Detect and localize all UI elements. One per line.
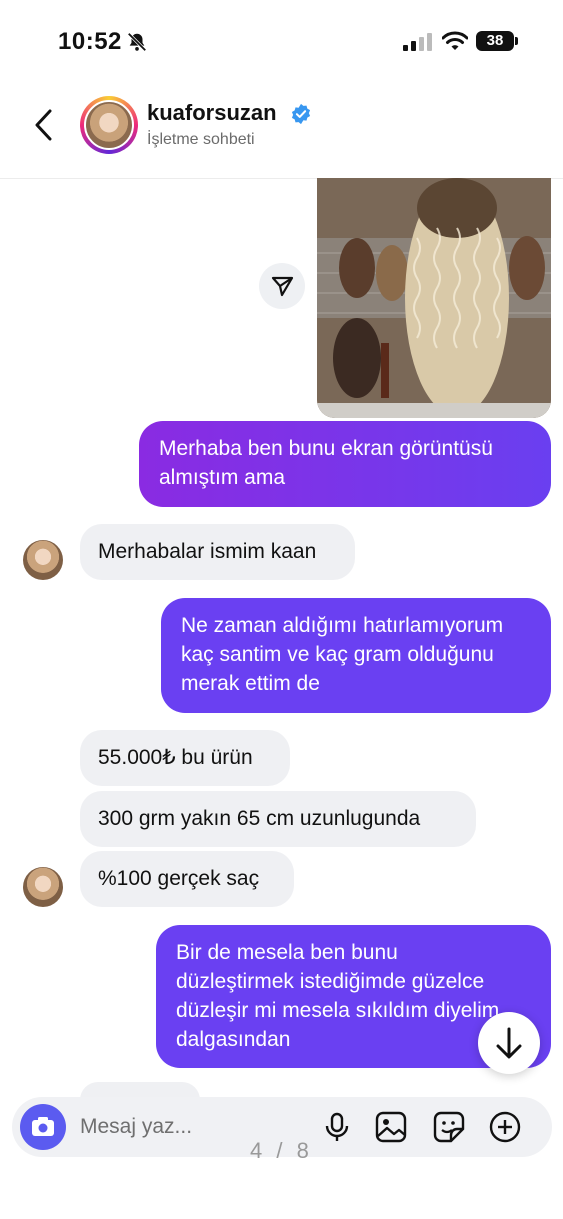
- plus-icon[interactable]: [488, 1110, 522, 1144]
- back-chevron-icon[interactable]: [30, 108, 60, 142]
- incoming-message[interactable]: 300 grm yakın 65 cm uzunlugunda: [80, 791, 476, 847]
- incoming-message[interactable]: 55.000₺ bu ürün: [80, 730, 290, 786]
- message-text: 55.000₺ bu ürün: [98, 746, 253, 769]
- sticker-icon[interactable]: [432, 1110, 466, 1144]
- share-button[interactable]: [259, 263, 305, 309]
- message-text: Bir de mesela ben bunu: [176, 941, 398, 964]
- outgoing-message[interactable]: Ne zaman aldığımı hatırlamıyorum kaç san…: [161, 598, 551, 713]
- wifi-icon: [442, 31, 468, 50]
- battery-tip: [515, 37, 518, 45]
- verified-badge-icon: [291, 103, 311, 125]
- page-indicator: 4 / 8: [250, 1138, 313, 1163]
- share-icon: [271, 276, 294, 297]
- sender-avatar[interactable]: [23, 540, 63, 580]
- photo-content: [317, 178, 551, 418]
- camera-button[interactable]: [20, 1104, 66, 1150]
- avatar[interactable]: [84, 100, 134, 150]
- battery-indicator: 38: [476, 31, 514, 51]
- camera-icon: [32, 1117, 54, 1136]
- scroll-to-bottom-button[interactable]: [478, 1012, 540, 1074]
- status-time: 10:52: [58, 28, 122, 55]
- outgoing-message[interactable]: Merhaba ben bunu ekran görüntüsü almıştı…: [139, 421, 551, 507]
- sender-avatar[interactable]: [23, 867, 63, 907]
- mute-bell-icon: [127, 32, 147, 52]
- message-text: 300 grm yakın 65 cm uzunlugunda: [98, 807, 421, 830]
- message-text: %100 gerçek saç: [98, 867, 260, 890]
- message-input[interactable]: Mesaj yaz...: [80, 1115, 192, 1139]
- message-text: Merhaba ben bunu ekran görüntüsü: [159, 437, 493, 460]
- incoming-message[interactable]: %100 gerçek saç: [80, 851, 294, 907]
- shared-photo[interactable]: [317, 178, 551, 418]
- signal-icon: [403, 33, 432, 51]
- incoming-message[interactable]: Merhabalar ismim kaan: [80, 524, 355, 580]
- gallery-icon[interactable]: [374, 1110, 408, 1144]
- arrow-down-icon: [496, 1027, 522, 1059]
- message-text: kaç santim ve kaç gram olduğunu: [181, 643, 494, 666]
- message-text: merak ettim de: [181, 672, 320, 695]
- chat-username[interactable]: kuaforsuzan: [147, 100, 277, 126]
- microphone-icon[interactable]: [320, 1110, 354, 1144]
- message-text: Ne zaman aldığımı hatırlamıyorum: [181, 614, 504, 637]
- chat-subtitle: İşletme sohbeti: [147, 131, 255, 148]
- message-text: düzleştirmek istediğimde güzelce: [176, 970, 485, 993]
- message-text: almıştım ama: [159, 466, 286, 489]
- message-text: Merhabalar ismim kaan: [98, 540, 317, 563]
